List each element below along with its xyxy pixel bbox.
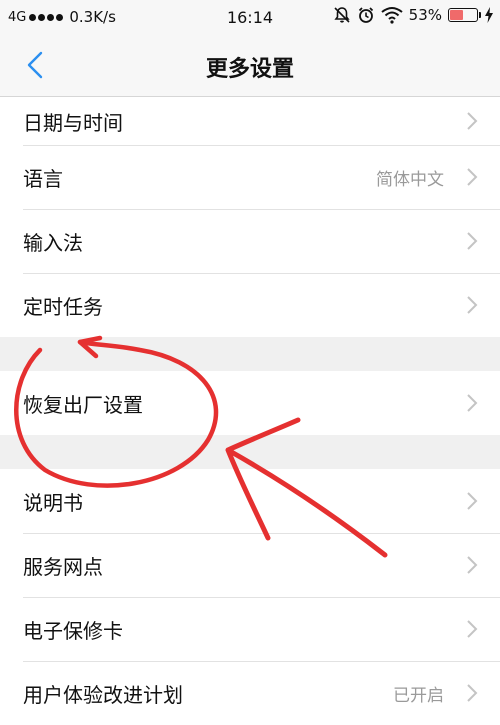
nav-bar: 更多设置 bbox=[0, 34, 500, 97]
settings-row-warranty-card[interactable]: 电子保修卡 bbox=[0, 597, 500, 661]
row-label: 服务网点 bbox=[23, 554, 103, 579]
chevron-right-icon bbox=[467, 492, 478, 510]
settings-row-date-time[interactable]: 日期与时间 bbox=[0, 97, 500, 145]
settings-row-factory-reset[interactable]: 恢复出厂设置 bbox=[0, 371, 500, 435]
chevron-right-icon bbox=[467, 296, 478, 314]
group-separator bbox=[0, 435, 500, 469]
row-label: 电子保修卡 bbox=[23, 618, 123, 643]
settings-group-general: 日期与时间 语言 简体中文 输入法 定时任务 bbox=[0, 97, 500, 337]
group-separator bbox=[0, 337, 500, 371]
charging-icon bbox=[485, 7, 493, 23]
row-label: 语言 bbox=[23, 166, 63, 191]
row-label: 定时任务 bbox=[23, 294, 103, 319]
settings-row-scheduled-tasks[interactable]: 定时任务 bbox=[0, 273, 500, 337]
settings-group-reset: 恢复出厂设置 bbox=[0, 371, 500, 435]
status-bar: 4G 0.3K/s 16:14 53% bbox=[0, 0, 500, 34]
battery-fill bbox=[450, 10, 464, 20]
settings-list: 日期与时间 语言 简体中文 输入法 定时任务 恢复出厂设置 说明书 服务网点 电… bbox=[0, 97, 500, 725]
chevron-right-icon bbox=[467, 168, 478, 186]
alarm-icon bbox=[358, 7, 373, 23]
settings-group-support: 说明书 服务网点 电子保修卡 用户体验改进计划 已开启 bbox=[0, 469, 500, 725]
row-value: 简体中文 bbox=[376, 169, 444, 190]
mute-icon bbox=[334, 7, 350, 23]
settings-row-language[interactable]: 语言 简体中文 bbox=[0, 145, 500, 209]
chevron-right-icon bbox=[467, 232, 478, 250]
battery-percent: 53% bbox=[408, 6, 442, 24]
status-right: 53% bbox=[333, 6, 494, 24]
settings-row-service-outlets[interactable]: 服务网点 bbox=[0, 533, 500, 597]
settings-row-manual[interactable]: 说明书 bbox=[0, 469, 500, 533]
battery-icon bbox=[448, 8, 481, 22]
chevron-right-icon bbox=[467, 684, 478, 702]
chevron-right-icon bbox=[467, 620, 478, 638]
row-label: 恢复出厂设置 bbox=[23, 392, 143, 417]
chevron-right-icon bbox=[467, 394, 478, 412]
row-label: 日期与时间 bbox=[23, 110, 123, 135]
row-value: 已开启 bbox=[393, 685, 444, 706]
row-label: 用户体验改进计划 bbox=[23, 682, 183, 707]
settings-row-input-method[interactable]: 输入法 bbox=[0, 209, 500, 273]
row-label: 说明书 bbox=[23, 490, 83, 515]
settings-row-user-experience[interactable]: 用户体验改进计划 已开启 bbox=[0, 661, 500, 725]
row-label: 输入法 bbox=[23, 230, 83, 255]
page-title: 更多设置 bbox=[205, 57, 294, 82]
wifi-icon bbox=[381, 7, 403, 24]
chevron-right-icon bbox=[467, 112, 478, 130]
chevron-right-icon bbox=[467, 556, 478, 574]
